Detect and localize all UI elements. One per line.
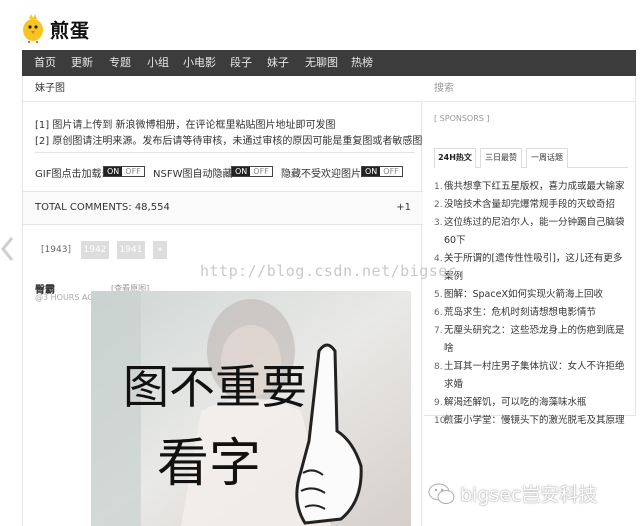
nav-item-pics[interactable]: 无聊图 — [305, 50, 338, 76]
nav-item-updates[interactable]: 更新 — [71, 50, 93, 76]
list-item-text[interactable]: 土耳其一村庄男子集体抗议：女人不许拒绝求婚 — [444, 361, 625, 390]
list-item-text[interactable]: 俄共想拿下红五星版权，喜力成或最大输家 — [444, 181, 625, 192]
total-comments-label: TOTAL COMMENTS: 48,554 — [35, 202, 170, 213]
list-number: 1. — [434, 182, 443, 192]
nav-item-videos[interactable]: 小电影 — [183, 50, 216, 76]
sidebar: 搜索 [ SPONSORS ] 24H热文 三日最赞 一周话题 1. 俄共想拿下红… — [424, 76, 636, 426]
nav-item-girls[interactable]: 妹子 — [267, 50, 289, 76]
list-number: 5. — [434, 290, 443, 300]
list-item-text[interactable]: 没啥技术含量却完爆常规手段的灭蚊奇招 — [444, 199, 615, 210]
list-number: 3. — [434, 218, 443, 228]
list-number: 6. — [434, 308, 443, 318]
toggle-off: OFF — [122, 167, 144, 176]
divider — [35, 152, 415, 153]
nav-item-home[interactable]: 首页 — [34, 50, 56, 76]
toggle-off: OFF — [250, 167, 272, 176]
list-item[interactable]: 4. 关于所谓的[遗传性性吸引]，这儿还有更多案例 — [434, 250, 630, 286]
pager-page[interactable]: 1942 — [81, 241, 109, 259]
toggle-on: ON — [104, 167, 123, 176]
pager-next[interactable]: » — [153, 241, 167, 259]
notice-line-2: [2] 原创图请注明来源。发布后请等待审核，未通过审核的原因可能是重复图或者敏感… — [35, 136, 423, 147]
list-number: 8. — [434, 362, 443, 372]
brand-watermark: bigsec岂安科技 — [460, 484, 598, 506]
list-item-text[interactable]: 无厘头研究之：这些恐龙身上的伤疤到底是啥 — [444, 325, 625, 354]
main-column: 妹子图 [1] 图片请上传到 新浪微博相册，在评论框里粘贴图片地址即可发图 [2… — [22, 76, 423, 526]
photo-illustration: 图不重要 看字 — [91, 291, 411, 526]
toggle-on: ON — [362, 167, 381, 176]
nav-item-groups[interactable]: 小组 — [147, 50, 169, 76]
list-item[interactable]: 6. 荒岛求生：危机时刻请想想电影情节 — [434, 304, 630, 322]
list-item-text[interactable]: 解渴还解饥，可以吃的海藻味水瓶 — [444, 397, 587, 408]
comment-image[interactable]: 图不重要 看字 — [91, 291, 411, 526]
chick-logo-icon[interactable] — [20, 13, 46, 43]
list-item[interactable]: 5. 图解：SpaceX如何实现火箭海上回收 — [434, 286, 630, 304]
pager-current: [1943] — [41, 245, 71, 255]
picture-text-line1: 图不重要 — [123, 360, 307, 414]
nav-item-topics[interactable]: 专题 — [109, 50, 131, 76]
toggle-off: OFF — [380, 167, 402, 176]
picture-text-line2: 看字 — [157, 434, 261, 494]
list-item[interactable]: 2. 没啥技术含量却完爆常规手段的灭蚊奇招 — [434, 196, 630, 214]
hot-tabs: 24H热文 三日最赞 一周话题 — [434, 148, 628, 168]
list-item-text[interactable]: 图解：SpaceX如何实现火箭海上回收 — [444, 289, 603, 300]
list-item[interactable]: 9. 解渴还解饥，可以吃的海藻味水瓶 — [434, 394, 630, 412]
toggle-hide-label: 隐藏不受欢迎图片: — [281, 169, 365, 180]
list-number: 9. — [434, 398, 443, 408]
comments-summary-bar: TOTAL COMMENTS: 48,554 +1 — [23, 191, 423, 225]
toggle-gif-switch[interactable]: ON OFF — [103, 166, 145, 177]
tab-3day[interactable]: 三日最赞 — [480, 148, 522, 168]
plus-one-button[interactable]: +1 — [396, 192, 411, 224]
toggle-nsfw-label: NSFW图自动隐藏: — [153, 169, 236, 180]
list-item-text[interactable]: 煎蛋小学堂：慢镜头下的激光脱毛及其原理 — [444, 415, 625, 426]
chevron-left-icon[interactable] — [0, 236, 14, 262]
hot-list: 1. 俄共想拿下红五星版权，喜力成或最大输家 2. 没啥技术含量却完爆常规手段的灭蚊… — [434, 178, 630, 430]
tab-week[interactable]: 一周话题 — [526, 148, 568, 168]
toggle-nsfw-switch[interactable]: ON OFF — [231, 166, 273, 177]
list-item[interactable]: 7. 无厘头研究之：这些恐龙身上的伤疤到底是啥 — [434, 322, 630, 358]
blog-url-watermark: http://blog.csdn.net/bigsec — [200, 262, 458, 280]
list-item-text[interactable]: 这位练过的尼泊尔人，能一分钟踢自己脑袋60下 — [444, 217, 625, 246]
list-item[interactable]: 1. 俄共想拿下红五星版权，喜力成或最大输家 — [434, 178, 630, 196]
toggle-hide-switch[interactable]: ON OFF — [361, 166, 403, 177]
sponsors-label: [ SPONSORS ] — [434, 114, 490, 123]
list-number: 7. — [434, 326, 443, 336]
list-item-text[interactable]: 关于所谓的[遗传性性吸引]，这儿还有更多案例 — [444, 253, 622, 282]
tab-24h[interactable]: 24H热文 — [434, 148, 476, 168]
pager-page[interactable]: 1941 — [117, 241, 145, 259]
search-input[interactable]: 搜索 — [424, 76, 635, 102]
site-header: 煎蛋 — [0, 0, 640, 48]
list-item[interactable]: 8. 土耳其一村庄男子集体抗议：女人不许拒绝求婚 — [434, 358, 630, 394]
main-nav: 首页 更新 专题 小组 小电影 段子 妹子 无聊图 热榜 — [22, 50, 636, 76]
nav-item-jokes[interactable]: 段子 — [230, 50, 252, 76]
list-item[interactable]: 3. 这位练过的尼泊尔人，能一分钟踢自己脑袋60下 — [434, 214, 630, 250]
notice-line-1: [1] 图片请上传到 新浪微博相册，在评论框里粘贴图片地址即可发图 — [35, 120, 336, 131]
list-item[interactable]: 10. 煎蛋小学堂：慢镜头下的激光脱毛及其原理 — [434, 412, 630, 430]
toggle-gif-label: GIF图点击加载: — [35, 169, 105, 180]
toggle-on: ON — [232, 167, 251, 176]
list-number: 2. — [434, 200, 443, 210]
site-logo-text[interactable]: 煎蛋 — [50, 16, 90, 43]
nav-item-hot[interactable]: 热榜 — [351, 50, 373, 76]
page-title: 妹子图 — [23, 76, 423, 102]
list-item-text[interactable]: 荒岛求生：危机时刻请想想电影情节 — [444, 307, 596, 318]
wechat-icon — [428, 483, 455, 504]
list-number: 10. — [434, 416, 449, 426]
